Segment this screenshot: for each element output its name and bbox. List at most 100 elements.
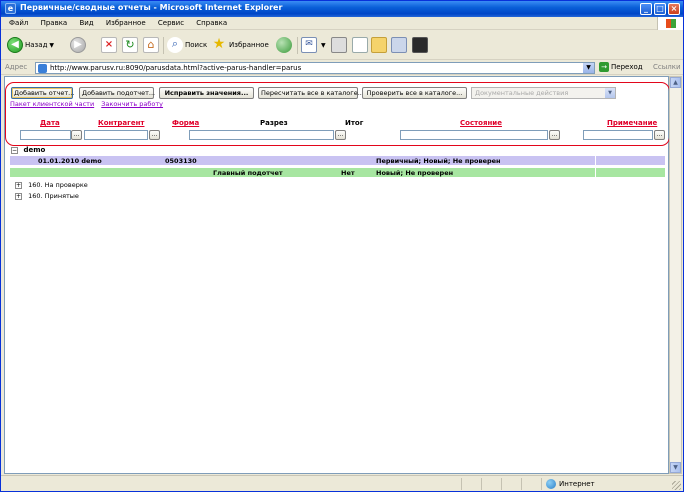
maximize-button[interactable]: □ — [654, 3, 666, 15]
windows-logo-icon — [657, 17, 683, 30]
messenger-button[interactable] — [391, 36, 409, 54]
go-button[interactable]: → Переход — [599, 62, 643, 72]
column-counterparty[interactable]: Контрагент — [98, 119, 144, 127]
expand-icon[interactable]: + — [15, 181, 22, 189]
client-package-link[interactable]: Пакет клиентской части — [10, 100, 94, 108]
home-button[interactable]: ⌂ — [143, 36, 161, 54]
status-divider — [521, 478, 522, 490]
research-button[interactable] — [412, 36, 430, 54]
note-filter-input[interactable] — [583, 130, 653, 140]
finish-work-link[interactable]: Закончить работу — [101, 100, 163, 108]
tree-item[interactable]: + 160. На проверке — [15, 181, 88, 189]
state-filter-input[interactable] — [400, 130, 548, 140]
refresh-button[interactable]: ↻ — [122, 36, 140, 54]
tree-item-label: 160. Принятые — [28, 192, 79, 200]
group-name: demo — [23, 146, 46, 154]
links-row: Пакет клиентской части Закончить работу — [10, 100, 168, 108]
minimize-button[interactable]: _ — [640, 3, 652, 15]
document-actions-select[interactable]: Документальные действия ▼ — [471, 87, 616, 99]
back-label: Назад — [25, 41, 48, 49]
stop-icon: × — [101, 37, 117, 53]
cell-divider — [595, 156, 596, 165]
address-input[interactable]: http://www.parusv.ru:8090/parusdata.html… — [35, 62, 595, 74]
print-icon — [331, 37, 347, 53]
menu-edit[interactable]: Правка — [36, 17, 73, 30]
column-note[interactable]: Примечание — [607, 119, 657, 127]
scroll-down-icon[interactable]: ▼ — [670, 462, 681, 473]
menu-view[interactable]: Вид — [74, 17, 98, 30]
research-icon — [412, 37, 428, 53]
add-report-button[interactable]: Добавить отчет... — [11, 87, 74, 99]
chevron-down-icon[interactable]: ▼ — [49, 42, 54, 49]
expand-icon[interactable]: + — [15, 192, 22, 200]
refresh-icon: ↻ — [122, 37, 138, 53]
resize-grip-icon[interactable] — [672, 481, 681, 490]
collapse-icon[interactable]: − — [11, 146, 18, 154]
menu-help[interactable]: Справка — [191, 17, 232, 30]
tree-item[interactable]: + 160. Принятые — [15, 192, 79, 200]
chevron-down-icon[interactable]: ▼ — [583, 63, 594, 73]
recalc-all-button[interactable]: Пересчитать все в каталоге... — [258, 87, 364, 99]
edit-button[interactable] — [352, 36, 370, 54]
chevron-down-icon[interactable]: ▼ — [321, 42, 326, 49]
column-section: Разрез — [260, 119, 288, 127]
note-filter-button[interactable]: ... — [654, 130, 665, 140]
search-label: Поиск — [185, 41, 208, 49]
fix-values-button[interactable]: Исправить значения... — [159, 87, 254, 99]
counterparty-filter-input[interactable] — [84, 130, 148, 140]
group-demo[interactable]: − demo — [11, 146, 45, 154]
search-icon: ⌕ — [167, 37, 183, 53]
column-date[interactable]: Дата — [40, 119, 60, 127]
counterparty-filter-button[interactable]: ... — [149, 130, 160, 140]
column-state[interactable]: Состояние — [460, 119, 502, 127]
scroll-up-icon[interactable]: ▲ — [670, 77, 681, 88]
check-all-button[interactable]: Проверить все в каталоге... — [362, 87, 467, 99]
menu-file[interactable]: Файл — [4, 17, 33, 30]
stop-button[interactable]: × — [101, 36, 119, 54]
cell-divider — [595, 168, 596, 177]
address-label: Адрес — [5, 63, 28, 71]
status-divider — [461, 478, 462, 490]
column-form[interactable]: Форма — [172, 119, 199, 127]
back-button[interactable]: ◀ Назад ▼ — [7, 36, 54, 54]
toolbar-separator — [297, 37, 298, 54]
vertical-scrollbar[interactable]: ▲ ▼ — [669, 76, 682, 474]
add-subreport-button[interactable]: Добавить подотчет... — [79, 87, 155, 99]
form-filter-button[interactable]: ... — [335, 130, 346, 140]
favorites-button[interactable]: ★ Избранное — [211, 36, 269, 54]
mail-button[interactable]: ✉ ▼ — [301, 36, 326, 54]
folder-button[interactable] — [371, 36, 389, 54]
state-filter-button[interactable]: ... — [549, 130, 560, 140]
favorites-label: Избранное — [229, 41, 269, 49]
messenger-icon — [391, 37, 407, 53]
date-filter-button[interactable]: ... — [71, 130, 82, 140]
status-bar: Интернет — [1, 475, 683, 491]
chevron-down-icon[interactable]: ▼ — [605, 88, 615, 98]
go-label: Переход — [611, 63, 643, 71]
tree-item-label: 160. На проверке — [28, 181, 88, 189]
links-label[interactable]: Ссылки — [653, 63, 681, 71]
star-icon: ★ — [212, 36, 226, 52]
row-date-counterparty: 01.01.2010 demo — [38, 157, 102, 165]
status-divider — [481, 478, 482, 490]
row-state: Новый; Не проверен — [376, 169, 454, 177]
media-button[interactable] — [276, 36, 294, 54]
go-arrow-icon: → — [599, 62, 609, 72]
table-row[interactable]: Главный подотчет Нет Новый; Не проверен — [10, 168, 665, 177]
address-url[interactable]: http://www.parusv.ru:8090/parusdata.html… — [50, 64, 301, 72]
edit-icon — [352, 37, 368, 53]
date-filter-input[interactable] — [20, 130, 71, 140]
print-button[interactable] — [331, 36, 349, 54]
page-icon — [38, 64, 47, 73]
search-button[interactable]: ⌕ Поиск — [167, 36, 207, 54]
media-icon — [276, 37, 292, 53]
form-filter-input[interactable] — [189, 130, 334, 140]
security-zone: Интернет — [546, 479, 595, 489]
status-divider — [501, 478, 502, 490]
row-section: Главный подотчет — [213, 169, 283, 177]
table-row[interactable]: 01.01.2010 demo 0503130 Первичный; Новый… — [10, 156, 665, 165]
forward-button[interactable]: ▶ — [70, 36, 88, 54]
menu-favorites[interactable]: Избранное — [101, 17, 151, 30]
close-button[interactable]: × — [668, 3, 680, 15]
menu-tools[interactable]: Сервис — [153, 17, 189, 30]
